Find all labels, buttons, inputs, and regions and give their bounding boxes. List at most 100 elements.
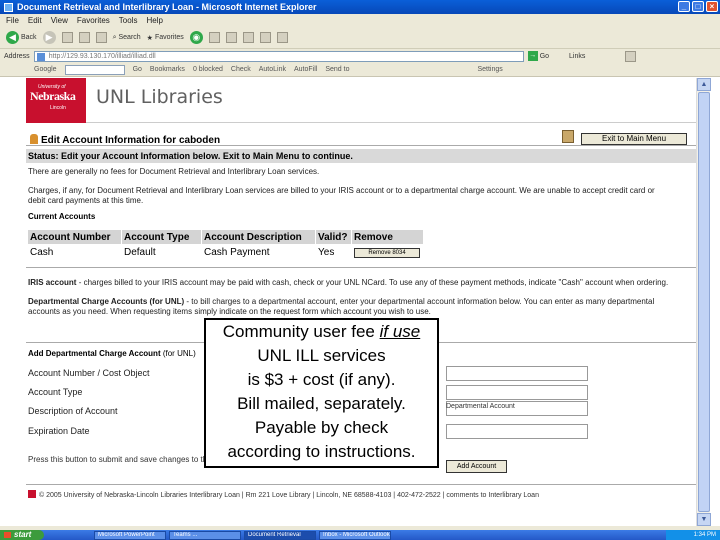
title-bar: Document Retrieval and Interlibrary Loan… — [0, 0, 720, 14]
expiration-input[interactable] — [446, 424, 588, 439]
divider — [26, 484, 696, 485]
popup-blocked[interactable]: 0 blocked — [193, 66, 223, 73]
back-button[interactable]: ◀ Back — [6, 31, 37, 44]
taskbar-item[interactable]: Teams ... — [169, 530, 241, 540]
google-go-button[interactable]: Go — [133, 66, 142, 73]
status-bar: Status: Edit your Account Information be… — [26, 149, 696, 163]
window-controls: _ □ × — [678, 1, 718, 12]
col-valid: Valid? — [315, 229, 352, 245]
window-title: Document Retrieval and Interlibrary Loan… — [17, 2, 317, 12]
site-header: University of Nebraska Lincoln UNL Libra… — [26, 78, 696, 123]
messenger-icon[interactable] — [276, 32, 288, 43]
callout-line: according to instructions. — [227, 442, 416, 461]
dept-paragraph-2: accounts as you need. When requesting it… — [28, 307, 431, 316]
menu-favorites[interactable]: Favorites — [77, 16, 110, 25]
col-account-description: Account Description — [201, 229, 316, 245]
nebraska-logo[interactable]: University of Nebraska Lincoln — [26, 78, 86, 123]
callout-emphasis: if use — [379, 322, 421, 341]
add-account-button[interactable]: Add Account — [446, 460, 507, 473]
dept-label: Departmental Charge Accounts (for UNL) — [28, 297, 185, 306]
unl-libraries-title: UNL Libraries — [96, 86, 223, 108]
person-icon — [30, 134, 38, 144]
folder-icon[interactable] — [259, 32, 271, 43]
cell-valid: Yes — [315, 244, 352, 260]
menu-file[interactable]: File — [6, 16, 19, 25]
menu-help[interactable]: Help — [146, 16, 162, 25]
address-label: Address — [4, 52, 30, 60]
scroll-up-icon[interactable]: ▲ — [697, 78, 711, 91]
media-icon[interactable]: ◉ — [189, 31, 203, 44]
remove-button[interactable]: Remove 8034 — [354, 248, 420, 258]
iris-label: IRIS account — [28, 278, 77, 287]
start-button[interactable]: start — [0, 530, 44, 540]
toolbar: ◀ Back ▶ ⌕ Search ★ Favorites ◉ — [0, 27, 720, 49]
account-type-value: Departmental Account — [446, 403, 515, 410]
nebraska-n-icon — [28, 490, 36, 498]
cell-account-number: Cash — [27, 244, 122, 260]
menu-edit[interactable]: Edit — [28, 16, 42, 25]
package-icon — [562, 130, 574, 143]
exit-to-main-menu-button[interactable]: Exit to Main Menu — [581, 133, 687, 145]
description-label: Description of Account — [28, 406, 118, 416]
account-number-label: Account Number / Cost Object — [28, 368, 150, 378]
menu-view[interactable]: View — [51, 16, 68, 25]
go-arrow-icon[interactable]: → — [527, 51, 538, 61]
forward-icon[interactable]: ▶ — [42, 31, 56, 44]
ie-window: Document Retrieval and Interlibrary Loan… — [0, 0, 720, 540]
ie-icon — [4, 2, 13, 12]
col-remove: Remove — [351, 229, 424, 245]
check-button[interactable]: Check — [231, 66, 251, 73]
charges-text-2: debit card payments at this time. — [28, 196, 144, 205]
minimize-button[interactable]: _ — [678, 1, 690, 12]
taskbar-item[interactable]: Inbox - Microsoft Outlook — [319, 530, 391, 540]
close-button[interactable]: × — [706, 1, 718, 12]
address-input[interactable]: http://129.93.130.170/illiad/illiad.dll — [33, 50, 524, 62]
settings-button[interactable]: Settings — [477, 66, 502, 73]
taskbar-item[interactable]: Microsoft PowerPoint — [94, 530, 166, 540]
print-icon[interactable] — [225, 32, 237, 43]
maximize-button[interactable]: □ — [692, 1, 704, 12]
taskbar-item[interactable]: Document Retrieval — [244, 530, 316, 540]
google-logo: Google — [34, 66, 57, 73]
cell-account-type: Default — [121, 244, 202, 260]
search-button[interactable]: ⌕ Search — [113, 34, 141, 42]
links-button[interactable]: Links — [569, 53, 585, 60]
account-type-select[interactable] — [446, 385, 588, 400]
autolink-button[interactable]: AutoLink — [259, 66, 286, 73]
callout-line: Community user fee if use — [222, 322, 421, 341]
search-icon: ⌕ — [112, 33, 117, 41]
snagit-icon[interactable] — [625, 50, 637, 62]
send-to-button[interactable]: Send to — [325, 66, 349, 73]
fees-text: There are generally no fees for Document… — [28, 167, 320, 176]
callout-line: Payable by check — [254, 418, 389, 437]
refresh-icon[interactable] — [78, 32, 90, 43]
mail-icon[interactable] — [208, 32, 220, 43]
bookmarks-button[interactable]: Bookmarks — [150, 66, 185, 73]
current-accounts-heading: Current Accounts — [28, 212, 96, 221]
autofill-button[interactable]: AutoFill — [294, 66, 317, 73]
callout-line: UNL ILL services — [257, 346, 386, 365]
callout-line: Bill mailed, separately. — [237, 394, 406, 413]
home-icon[interactable] — [95, 32, 107, 43]
scroll-down-icon[interactable]: ▼ — [697, 513, 711, 526]
table-header-row: Account Number Account Type Account Desc… — [27, 229, 424, 245]
menu-tools[interactable]: Tools — [119, 16, 138, 25]
go-button[interactable]: Go — [540, 53, 549, 60]
edit-icon[interactable] — [242, 32, 254, 43]
account-type-label: Account Type — [28, 387, 83, 397]
google-search-input[interactable] — [64, 64, 125, 75]
account-number-input[interactable] — [446, 366, 588, 381]
star-icon: ★ — [146, 34, 153, 42]
vertical-scrollbar[interactable]: ▲ ▼ — [696, 78, 711, 526]
dept-paragraph: Departmental Charge Accounts (for UNL) -… — [28, 297, 655, 306]
taskbar-clock: 1:34 PM — [666, 530, 720, 540]
col-account-type: Account Type — [121, 229, 202, 245]
scroll-thumb[interactable] — [698, 92, 710, 512]
divider — [26, 267, 696, 268]
google-toolbar: Google Go Bookmarks 0 blocked Check Auto… — [0, 63, 720, 77]
community-fee-callout: Community user fee if use UNL ILL servic… — [204, 318, 439, 468]
favorites-button[interactable]: ★ Favorites — [147, 34, 184, 42]
expiration-label: Expiration Date — [28, 426, 90, 436]
stop-icon[interactable] — [61, 32, 73, 43]
iris-paragraph: IRIS account - charges billed to your IR… — [28, 278, 669, 287]
